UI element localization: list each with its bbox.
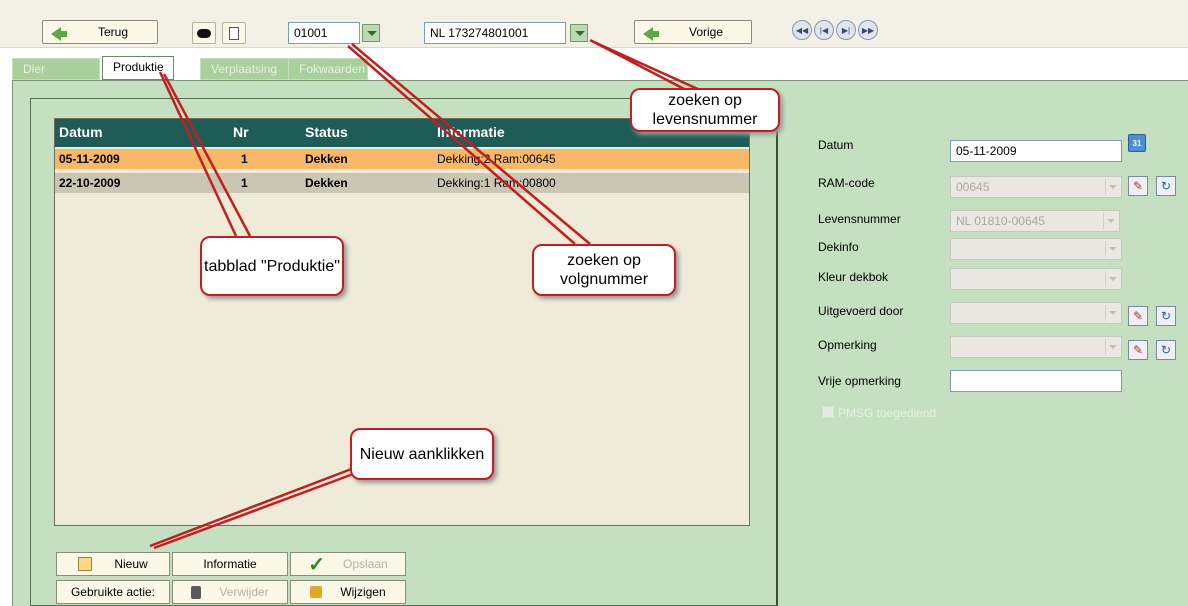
cell-datum: 05-11-2009 bbox=[59, 152, 120, 166]
cell-nr: 1 bbox=[241, 176, 248, 190]
callout-nieuw: Nieuw aanklikken bbox=[350, 428, 494, 480]
new-button-label: Nieuw bbox=[114, 557, 148, 571]
levensnummer-value: NL 01810-00645 bbox=[956, 214, 1045, 228]
vrije-opmerking-label: Vrije opmerking bbox=[818, 374, 901, 388]
chevron-down-icon bbox=[1105, 305, 1119, 321]
document-button[interactable] bbox=[222, 22, 246, 44]
callout-tabblad: tabblad "Produktie" bbox=[200, 236, 344, 296]
information-button[interactable]: Informatie bbox=[172, 552, 288, 576]
rewind-icon[interactable]: ◀◀ bbox=[792, 20, 812, 40]
ram-code-label: RAM-code bbox=[818, 176, 875, 190]
ram-code-select[interactable]: 00645 bbox=[950, 176, 1122, 198]
table-row[interactable]: 05-11-2009 1 Dekken Dekking:2 Ram:00645 bbox=[55, 149, 749, 169]
kleur-dekbok-label: Kleur dekbok bbox=[818, 270, 889, 284]
delete-button-label: Verwijder bbox=[219, 585, 269, 599]
pmsg-checkbox[interactable] bbox=[822, 406, 834, 418]
opmerking-label: Opmerking bbox=[818, 338, 877, 352]
sheep-icon bbox=[197, 28, 211, 38]
uitgevoerd-door-select[interactable] bbox=[950, 302, 1122, 324]
vrije-opmerking-input[interactable] bbox=[950, 370, 1122, 392]
callout-volgnummer: zoeken op volgnummer bbox=[532, 244, 676, 296]
refresh-icon[interactable]: ↻ bbox=[1156, 176, 1176, 196]
calendar-icon[interactable]: 31 bbox=[1128, 134, 1146, 152]
column-datum[interactable]: Datum bbox=[59, 124, 103, 140]
trash-icon bbox=[191, 585, 202, 599]
callout-levensnummer: zoeken op levensnummer bbox=[630, 88, 780, 132]
column-status[interactable]: Status bbox=[305, 124, 348, 140]
notepad-icon bbox=[78, 557, 93, 571]
chevron-down-icon bbox=[1103, 213, 1117, 229]
first-icon[interactable]: |◀ bbox=[814, 20, 834, 40]
column-informatie[interactable]: Informatie bbox=[437, 124, 505, 140]
prev-button-label: Vorige bbox=[688, 25, 724, 39]
tab-verplaatsing[interactable]: Verplaatsing bbox=[200, 58, 290, 80]
checkmark-icon: ✓ bbox=[308, 553, 326, 576]
back-button-label: Terug bbox=[97, 25, 129, 39]
levensnummer-dropdown[interactable] bbox=[570, 24, 588, 42]
toolbar bbox=[0, 0, 1188, 48]
chevron-down-icon bbox=[1105, 179, 1119, 195]
new-button[interactable]: Nieuw bbox=[56, 552, 170, 576]
prev-button[interactable]: Vorige bbox=[634, 20, 752, 44]
tab-produktie[interactable]: Produktie bbox=[102, 56, 174, 80]
save-button[interactable]: ✓ Opslaan bbox=[290, 552, 406, 576]
used-actions-button[interactable]: Gebruikte actie: bbox=[56, 580, 170, 604]
levensnummer-select[interactable]: NL 01810-00645 bbox=[950, 210, 1120, 232]
pmsg-label: PMSG toegediend bbox=[838, 406, 937, 420]
ram-code-value: 00645 bbox=[956, 180, 990, 194]
cell-informatie: Dekking:2 Ram:00645 bbox=[437, 152, 556, 166]
refresh-icon[interactable]: ↻ bbox=[1156, 340, 1176, 360]
dekinfo-label: Dekinfo bbox=[818, 240, 859, 254]
tab-fokwaarden[interactable]: Fokwaarden bbox=[288, 58, 368, 80]
tab-dier[interactable]: Dier bbox=[12, 58, 100, 80]
back-button[interactable]: Terug bbox=[42, 20, 158, 44]
levensnummer-label: Levensnummer bbox=[818, 212, 901, 226]
save-button-label: Opslaan bbox=[343, 557, 388, 571]
datum-label: Datum bbox=[818, 138, 854, 152]
uitgevoerd-door-label: Uitgevoerd door bbox=[818, 304, 904, 318]
edit-button-label: Wijzigen bbox=[340, 585, 386, 599]
volgnummer-dropdown[interactable] bbox=[362, 24, 380, 42]
chevron-down-icon bbox=[1105, 241, 1119, 257]
cell-informatie: Dekking:1 Ram:00800 bbox=[437, 176, 556, 190]
cell-status: Dekken bbox=[305, 176, 348, 190]
datum-input[interactable]: 05-11-2009 bbox=[950, 140, 1122, 162]
levensnummer-input[interactable]: NL 173274801001 bbox=[424, 22, 566, 44]
edit-icon[interactable]: ✎ bbox=[1128, 340, 1148, 360]
fast-forward-icon[interactable]: ▶▶ bbox=[858, 20, 878, 40]
document-icon bbox=[229, 26, 239, 40]
animal-button[interactable] bbox=[192, 22, 216, 44]
chevron-down-icon bbox=[1105, 339, 1119, 355]
refresh-icon[interactable]: ↻ bbox=[1156, 306, 1176, 326]
cell-status: Dekken bbox=[305, 152, 348, 166]
cell-datum: 22-10-2009 bbox=[59, 176, 121, 190]
arrow-left-icon bbox=[643, 27, 659, 41]
column-nr[interactable]: Nr bbox=[233, 124, 249, 140]
delete-button[interactable]: Verwijder bbox=[172, 580, 288, 604]
kleur-dekbok-select[interactable] bbox=[950, 268, 1122, 290]
opmerking-select[interactable] bbox=[950, 336, 1122, 358]
record-navigation: ◀◀ |◀ ▶| ▶▶ bbox=[792, 20, 878, 40]
cell-nr: 1 bbox=[241, 152, 248, 166]
arrow-left-icon bbox=[51, 27, 67, 41]
edit-icon[interactable]: ✎ bbox=[1128, 306, 1148, 326]
last-icon[interactable]: ▶| bbox=[836, 20, 856, 40]
dekinfo-select[interactable] bbox=[950, 238, 1122, 260]
lock-icon bbox=[310, 586, 323, 598]
table-row[interactable]: 22-10-2009 1 Dekken Dekking:1 Ram:00800 bbox=[55, 173, 749, 193]
edit-icon[interactable]: ✎ bbox=[1128, 176, 1148, 196]
chevron-down-icon bbox=[1105, 271, 1119, 287]
volgnummer-input[interactable]: 01001 bbox=[288, 22, 360, 44]
edit-button[interactable]: Wijzigen bbox=[290, 580, 406, 604]
